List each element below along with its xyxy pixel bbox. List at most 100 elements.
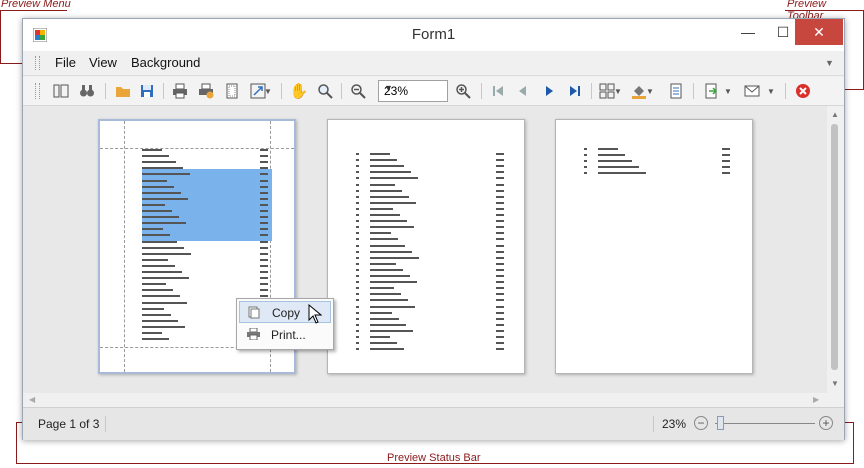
scroll-right-icon[interactable]: ▶: [813, 395, 819, 404]
page-text-line: [124, 210, 270, 212]
zoom-in-button[interactable]: +: [819, 416, 833, 430]
export-icon[interactable]: [701, 81, 721, 101]
preview-status-bar: Page 1 of 3 23% − +: [23, 407, 844, 440]
minimize-button[interactable]: —: [728, 19, 768, 45]
quick-print-icon[interactable]: [196, 81, 216, 101]
next-page-icon[interactable]: [539, 81, 559, 101]
toolbar-separator: [341, 83, 342, 99]
page-text-line: [584, 172, 732, 175]
callout-line: [0, 10, 67, 11]
page-text-line: [584, 166, 732, 169]
page-setup-icon[interactable]: [222, 81, 242, 101]
document-map-icon[interactable]: [51, 81, 71, 101]
page-text-line: [124, 271, 270, 273]
send-email-icon[interactable]: [742, 81, 762, 101]
scroll-down-icon[interactable]: ▼: [831, 379, 839, 388]
menu-overflow-icon[interactable]: ▼: [825, 58, 834, 68]
page-info-label: Page 1 of 3: [38, 417, 100, 431]
search-binoculars-icon[interactable]: [77, 81, 97, 101]
toolbar-grip[interactable]: [35, 83, 40, 99]
hand-tool-icon[interactable]: ✋: [289, 81, 309, 101]
page-text-line: [356, 287, 506, 290]
vertical-scrollbar[interactable]: ▲ ▼: [827, 106, 844, 393]
page-text-line: [124, 252, 270, 255]
page-text-line: [124, 167, 270, 170]
page-text-line: [124, 289, 270, 292]
page-text-line: [356, 171, 506, 174]
page-text-line: [356, 159, 506, 162]
horizontal-scrollbar[interactable]: ◀ ▶: [23, 393, 827, 407]
toolbar-separator: [481, 83, 482, 99]
scroll-left-icon[interactable]: ◀: [29, 395, 35, 404]
send-email-dropdown-icon[interactable]: ▼: [766, 81, 776, 101]
preview-page-2[interactable]: [327, 119, 525, 374]
toolbar-separator: [591, 83, 592, 99]
page-text-line: [356, 336, 506, 338]
window-title: Form1: [411, 26, 456, 43]
zoom-in-icon[interactable]: [453, 81, 473, 101]
callout-line: [0, 63, 22, 64]
preview-menu-bar: File View Background ▼: [23, 51, 844, 76]
page-text-line: [356, 220, 506, 223]
menu-file[interactable]: File: [55, 55, 76, 70]
page-text-line: [584, 160, 732, 163]
watermark-icon[interactable]: [666, 81, 686, 101]
toolbar-separator: [163, 83, 164, 99]
page-text-line: [584, 148, 732, 150]
print-icon[interactable]: [170, 81, 190, 101]
page-text-line: [124, 222, 270, 225]
callout-line: [845, 89, 864, 90]
page-text-line: [124, 161, 270, 164]
zoom-slider-track[interactable]: [715, 423, 815, 424]
toolbar-separator: [785, 83, 786, 99]
previous-page-icon[interactable]: [513, 81, 533, 101]
vertical-scroll-thumb[interactable]: [831, 124, 838, 370]
multiple-pages-dropdown-icon[interactable]: ▼: [613, 81, 623, 101]
page-text-line: [356, 244, 506, 247]
page-text-line: [356, 293, 506, 296]
zoom-out-button[interactable]: −: [694, 416, 708, 430]
close-window-button[interactable]: ✕: [795, 19, 843, 45]
zoom-out-icon[interactable]: [348, 81, 368, 101]
page-color-dropdown-icon[interactable]: ▼: [645, 81, 655, 101]
save-icon[interactable]: [137, 81, 157, 101]
page-text-line: [356, 299, 506, 302]
zoom-percent-label: 23%: [662, 417, 687, 431]
status-separator: [105, 416, 106, 432]
exit-icon[interactable]: [793, 81, 813, 101]
page-text-line: [356, 348, 506, 351]
zoom-combobox[interactable]: 23% ▼: [378, 80, 448, 102]
scroll-up-icon[interactable]: ▲: [831, 110, 839, 119]
zoom-slider-thumb[interactable]: [717, 416, 724, 430]
page-text-line: [356, 195, 506, 198]
callout-line: [785, 10, 864, 11]
page-text-line: [124, 216, 270, 219]
last-page-icon[interactable]: [565, 81, 585, 101]
page-text-line: [356, 311, 506, 314]
page-text-line: [124, 179, 270, 182]
mouse-cursor-icon: [308, 303, 323, 329]
callout-line: [853, 422, 854, 464]
callout-line: [16, 422, 17, 464]
magnifier-icon[interactable]: [315, 81, 335, 101]
menu-grip[interactable]: [35, 56, 40, 70]
zoom-combo-dropdown-icon[interactable]: ▼: [384, 83, 443, 93]
page-text-line: [356, 207, 506, 210]
scale-dropdown-icon[interactable]: ▼: [263, 81, 273, 101]
page-text-line: [356, 262, 506, 265]
page-text-line: [356, 165, 506, 168]
menu-background[interactable]: Background: [131, 55, 200, 70]
document-viewer[interactable]: Copy Print...: [23, 106, 827, 393]
first-page-icon[interactable]: [488, 81, 508, 101]
page-text-line: [356, 183, 506, 186]
page-text-line: [124, 149, 270, 151]
page-text-line: [356, 342, 506, 345]
print-icon: [247, 327, 260, 343]
preview-page-3[interactable]: [555, 119, 753, 374]
preview-menu-callout: Preview Menu: [1, 0, 71, 10]
menu-view[interactable]: View: [89, 55, 117, 70]
page-text-line: [356, 226, 506, 229]
open-folder-icon[interactable]: [113, 81, 133, 101]
export-dropdown-icon[interactable]: ▼: [723, 81, 733, 101]
page-text-line: [356, 305, 506, 308]
